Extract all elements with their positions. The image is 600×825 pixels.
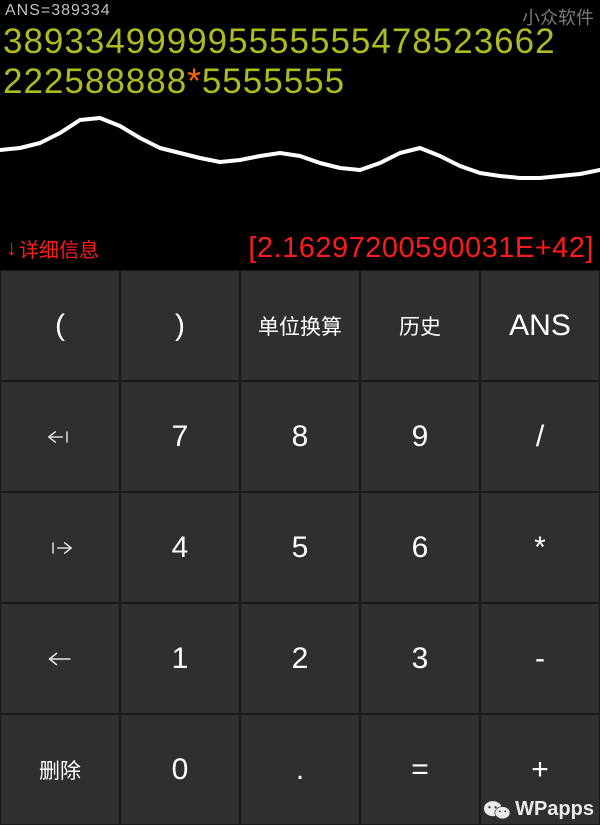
key-5[interactable]: 5 [240,492,360,603]
details-toggle[interactable]: ↓ 详细信息 [6,234,99,263]
details-label: 详细信息 [19,234,99,263]
key-ans[interactable]: ANS [480,270,600,381]
key-8[interactable]: 8 [240,381,360,492]
shift-left-icon [46,426,74,448]
key-dot[interactable]: . [240,714,360,825]
key-shift-left[interactable] [0,381,120,492]
expression-display: 389334999995555555478523662 222588888*55… [3,22,597,102]
result-row: ↓ 详细信息 [2.16297200590031E+42] [0,228,600,270]
expression-part-2b: 5555555 [202,62,345,101]
key-plus[interactable]: + [480,714,600,825]
key-divide[interactable]: / [480,381,600,492]
key-6[interactable]: 6 [360,492,480,603]
shift-right-icon [46,537,74,559]
result-graph [0,108,600,218]
key-right-paren[interactable]: ) [120,270,240,381]
key-minus[interactable]: - [480,603,600,714]
ans-indicator: ANS=389334 [5,2,111,20]
key-equals[interactable]: = [360,714,480,825]
key-unit-convert[interactable]: 单位换算 [240,270,360,381]
key-4[interactable]: 4 [120,492,240,603]
expression-part-2a: 222588888 [3,62,187,101]
key-7[interactable]: 7 [120,381,240,492]
result-value: [2.16297200590031E+42] [248,232,594,265]
key-0[interactable]: 0 [120,714,240,825]
key-3[interactable]: 3 [360,603,480,714]
key-left-paren[interactable]: ( [0,270,120,381]
key-shift-right[interactable] [0,492,120,603]
display-area: ANS=389334 小众软件 389334999995555555478523… [0,0,600,270]
back-arrow-icon [45,647,75,671]
key-multiply[interactable]: * [480,492,600,603]
down-arrow-icon: ↓ [6,235,17,261]
key-history[interactable]: 历史 [360,270,480,381]
key-delete[interactable]: 删除 [0,714,120,825]
key-9[interactable]: 9 [360,381,480,492]
key-1[interactable]: 1 [120,603,240,714]
keypad: ( ) 单位换算 历史 ANS 7 8 9 / 4 5 6 * [0,270,600,825]
key-2[interactable]: 2 [240,603,360,714]
expression-operator: * [187,62,202,101]
expression-part-1: 389334999995555555478523662 [3,22,556,61]
calculator-app: ANS=389334 小众软件 389334999995555555478523… [0,0,600,825]
key-back-arrow[interactable] [0,603,120,714]
